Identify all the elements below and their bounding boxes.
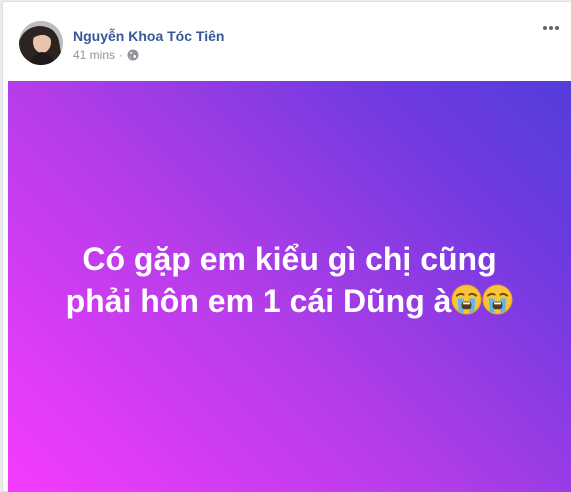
loudly-crying-face-icon — [451, 283, 482, 315]
avatar-image — [19, 21, 63, 65]
post-header: Nguyễn Khoa Tóc Tiên 41 mins · — [3, 2, 571, 80]
post-text-line-2-wrap: phải hôn em 1 cái Dũng à — [50, 280, 530, 322]
post-timestamp[interactable]: 41 mins — [73, 48, 115, 62]
post-text-line-2: phải hôn em 1 cái Dũng à — [65, 282, 452, 319]
post-text: Có gặp em kiểu gì chị cũng phải hôn em 1… — [50, 238, 530, 322]
post-gradient-background: Có gặp em kiểu gì chị cũng phải hôn em 1… — [8, 81, 571, 492]
post-card: Nguyễn Khoa Tóc Tiên 41 mins · Có gặp em… — [2, 1, 571, 492]
more-options-icon[interactable] — [541, 20, 561, 36]
author-name-link[interactable]: Nguyễn Khoa Tóc Tiên — [73, 28, 224, 44]
post-text-line-1: Có gặp em kiểu gì chị cũng — [82, 240, 497, 277]
meta-separator: · — [119, 48, 124, 62]
globe-icon[interactable] — [127, 49, 139, 61]
author-avatar[interactable] — [19, 21, 63, 65]
loudly-crying-face-icon — [482, 283, 513, 315]
post-meta: 41 mins · — [73, 48, 139, 62]
